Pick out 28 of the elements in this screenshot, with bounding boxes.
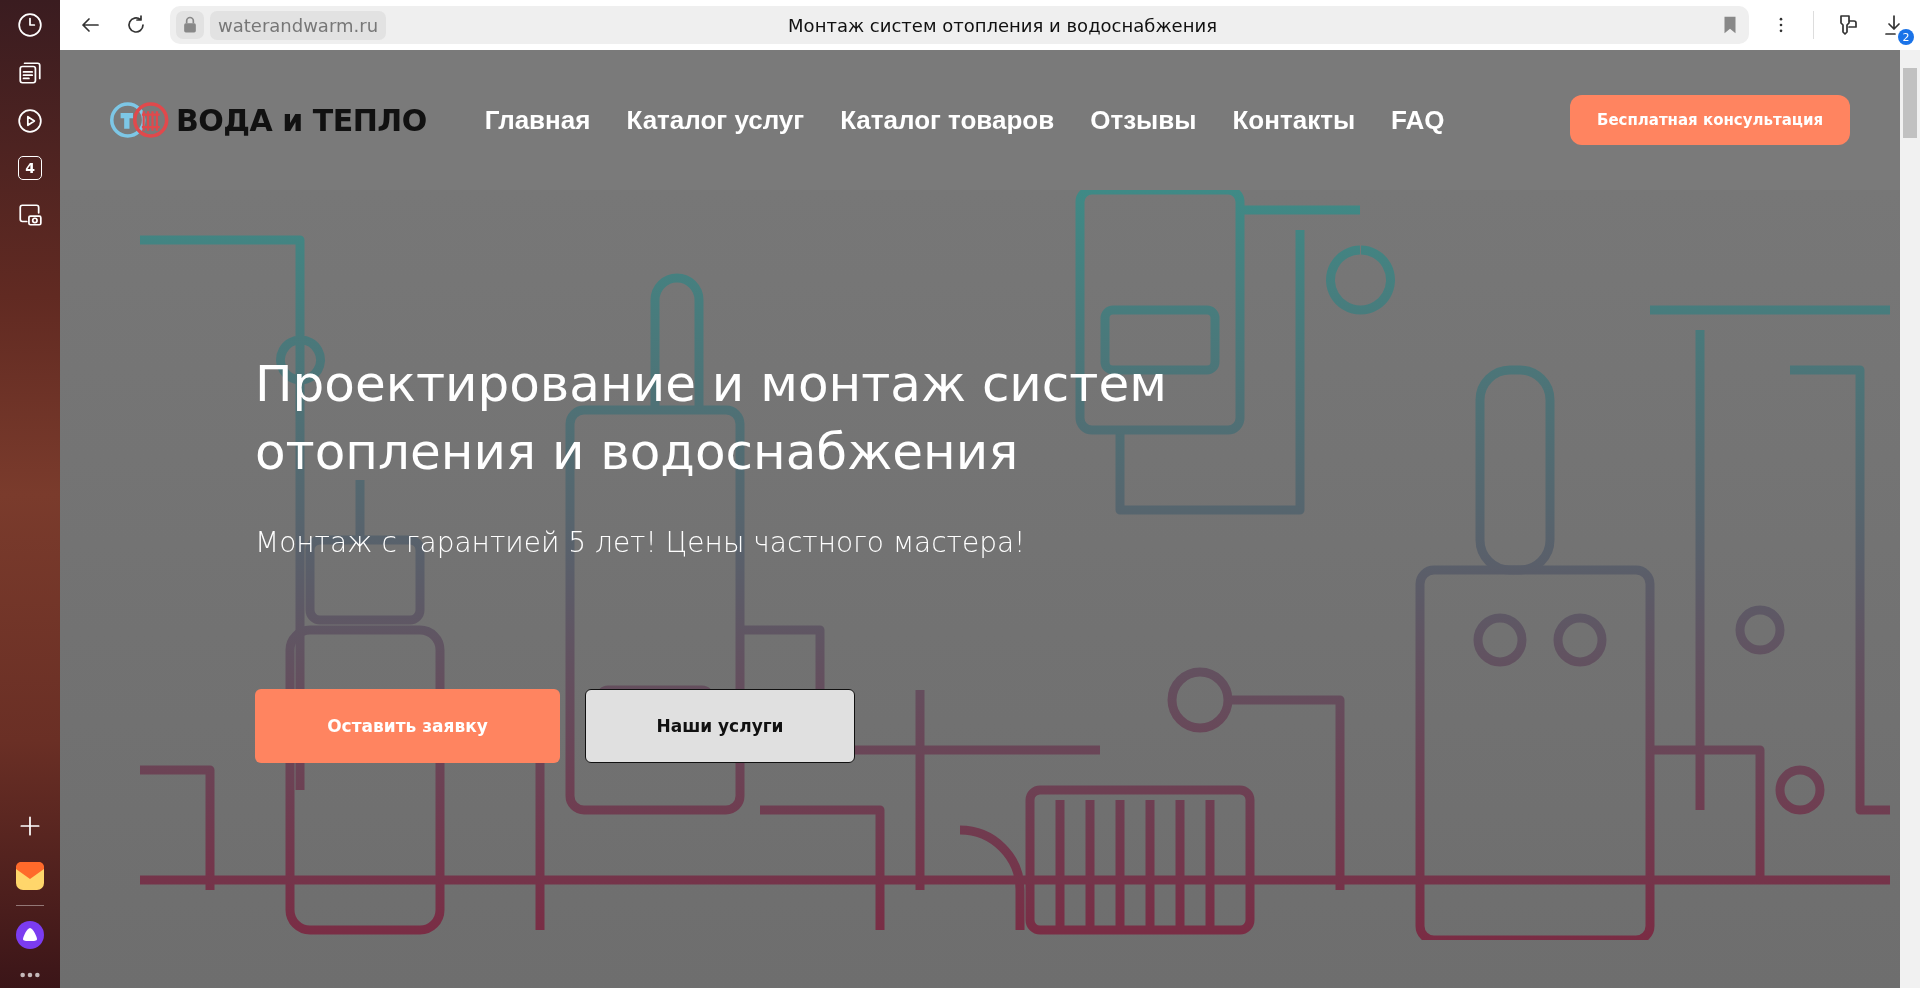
nav-link[interactable]: Контакты (1232, 104, 1356, 136)
services-button[interactable]: Наши услуги (585, 689, 855, 763)
tabs-icon[interactable] (17, 60, 43, 86)
nav-link[interactable]: Отзывы (1090, 104, 1197, 136)
lock-icon[interactable] (176, 11, 204, 39)
page-title: Монтаж систем отопления и водоснабжения (787, 14, 1218, 36)
consultation-button[interactable]: Бесплатная консультация (1570, 95, 1850, 145)
nav-link[interactable]: Каталог услуг (626, 104, 805, 136)
play-icon[interactable] (17, 108, 43, 134)
download-count-badge: 2 (1898, 29, 1914, 45)
hero-subtitle: Монтаж с гарантией 5 лет! Цены частного мастера! (255, 526, 1027, 559)
scrollbar[interactable] (1900, 50, 1920, 988)
screenshot-icon[interactable] (17, 202, 43, 228)
assistant-icon[interactable] (15, 920, 45, 950)
nav-link[interactable]: Главная (484, 104, 591, 136)
nav-link[interactable]: Каталог товаров (840, 104, 1055, 136)
logo-text: ВОДА и ТЕПЛО (176, 102, 427, 138)
clock-icon[interactable] (17, 12, 43, 38)
url-text: waterandwarm.ru (210, 10, 387, 40)
address-bar[interactable]: waterandwarm.ru Монтаж систем отопления и водоснабжения (170, 6, 1749, 44)
mail-icon[interactable] (15, 861, 45, 891)
hero-heading: Проектирование и монтаж систем отопления и водоснабжения (255, 354, 1168, 483)
more-icon[interactable] (19, 972, 41, 978)
tab-count-button[interactable]: 4 (18, 156, 42, 180)
logo[interactable]: ВОДА и ТЕПЛО (110, 100, 427, 140)
scrollbar-thumb[interactable] (1903, 68, 1917, 138)
nav-link[interactable]: FAQ (1391, 104, 1445, 136)
request-button[interactable]: Оставить заявку (255, 689, 560, 763)
